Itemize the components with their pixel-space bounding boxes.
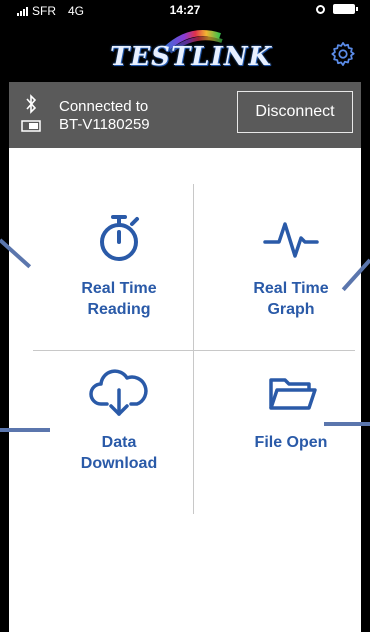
battery-icon xyxy=(333,4,358,14)
data-download-button[interactable]: Data Download xyxy=(39,366,199,474)
status-time: 14:27 xyxy=(169,3,201,17)
realtime-reading-line2: Reading xyxy=(87,301,151,318)
gear-icon xyxy=(331,42,355,66)
realtime-graph-line1: Real Time xyxy=(253,280,329,297)
bluetooth-icon xyxy=(26,94,37,114)
connected-to-label: Connected to xyxy=(59,98,149,115)
realtime-graph-button[interactable]: Real Time Graph xyxy=(211,212,370,320)
realtime-reading-button[interactable]: Real Time Reading xyxy=(39,212,199,320)
carrier-label: SFR xyxy=(32,4,56,18)
device-name: BT-V1180259 xyxy=(59,116,150,133)
data-download-label: Data Download xyxy=(39,432,199,474)
data-download-line2: Download xyxy=(80,455,158,472)
settings-button[interactable] xyxy=(329,40,357,68)
disconnect-button[interactable]: Disconnect xyxy=(237,91,353,133)
file-open-label: File Open xyxy=(211,432,370,453)
cloud-download-icon xyxy=(89,369,148,416)
realtime-graph-line2: Graph xyxy=(267,301,315,318)
status-bar: SFR 4G 14:27 xyxy=(9,0,361,22)
device-frame-left xyxy=(0,0,9,632)
file-open-line1: File Open xyxy=(254,434,328,451)
connection-bar: Connected to BT-V1180259 Disconnect xyxy=(9,82,361,148)
signal-icon xyxy=(17,6,28,16)
waveform-icon xyxy=(263,222,319,258)
testlink-logo: TESTLINK xyxy=(110,28,273,74)
alarm-icon xyxy=(316,4,325,14)
status-left: SFR 4G xyxy=(17,4,84,18)
app-header: TESTLINK xyxy=(9,22,361,82)
status-right xyxy=(316,4,358,14)
file-open-button[interactable]: File Open xyxy=(211,366,370,453)
data-download-line1: Data xyxy=(101,434,137,451)
device-icon xyxy=(21,120,41,132)
grid-divider-horizontal xyxy=(33,350,355,351)
callout-line-bottom-right xyxy=(324,422,370,426)
logo-text: TESTLINK xyxy=(110,42,273,72)
stopwatch-icon xyxy=(100,215,139,261)
realtime-reading-label: Real Time Reading xyxy=(39,278,199,320)
network-label: 4G xyxy=(68,4,85,18)
connection-status: Connected to BT-V1180259 xyxy=(59,98,150,134)
main-menu-grid: Real Time Reading Real Time Graph Data D… xyxy=(9,148,361,632)
callout-line-bottom-left xyxy=(0,428,50,432)
realtime-reading-line1: Real Time xyxy=(81,280,157,297)
folder-icon xyxy=(269,378,317,410)
